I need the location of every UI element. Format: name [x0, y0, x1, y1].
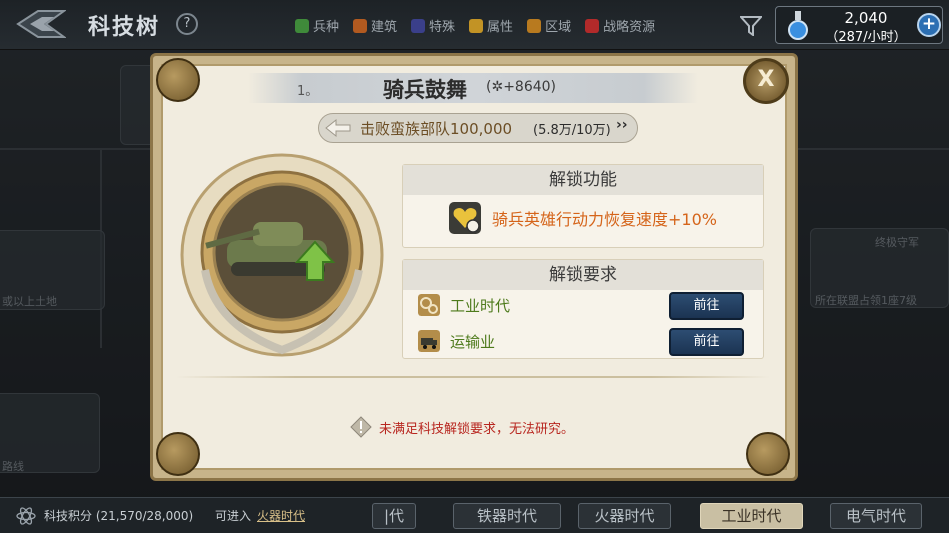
section-title: 解锁功能	[403, 165, 763, 195]
tech-points-reward: (✲+8640)	[486, 79, 557, 95]
gears-icon	[418, 294, 440, 316]
section-title: 解锁要求	[403, 260, 763, 290]
tech-points-text: 科技积分 (21,570/28,000)	[44, 509, 194, 523]
filter-label: 战略资源	[603, 20, 656, 35]
filter-attribute[interactable]: 属性	[469, 16, 513, 35]
era-tab-active[interactable]: 工业时代	[700, 503, 803, 529]
era-tab[interactable]: |代	[372, 503, 416, 529]
requirement-label: 运输业	[450, 332, 496, 351]
strategic-resource-filter-icon	[585, 18, 600, 33]
goal-more-icon[interactable]: ››	[616, 117, 628, 133]
building-filter-icon	[353, 18, 368, 33]
filter-label: 建筑	[371, 20, 398, 35]
unlock-function-row: 骑兵英雄行动力恢复速度+10%	[448, 201, 717, 235]
requirement-row: 运输业	[418, 330, 495, 352]
flask-icon	[788, 11, 808, 40]
divider	[176, 376, 770, 378]
filter-label: 兵种	[313, 20, 340, 35]
filter-special[interactable]: 特殊	[411, 16, 455, 35]
warning-text: 未满足科技解锁要求，无法研究。	[379, 422, 575, 437]
filter-building[interactable]: 建筑	[353, 16, 397, 35]
brush-corner-icon	[156, 58, 200, 102]
filter-strategic-resource[interactable]: 战略资源	[585, 16, 655, 35]
science-amount: 2,040	[844, 9, 888, 27]
filter-label: 属性	[487, 20, 514, 35]
science-resource-panel: 2,040 （287/小时） +	[775, 6, 943, 45]
bottom-bar: 科技积分 (21,570/28,000) 可进入 火器时代 |代 铁器时代 火器…	[0, 497, 949, 533]
close-button[interactable]: X	[743, 58, 789, 104]
filter-label: 区域	[545, 20, 572, 35]
atom-icon	[16, 507, 36, 525]
era-tab[interactable]: 电气时代	[830, 503, 922, 529]
back-arrow-icon	[16, 10, 68, 38]
tech-level: 1。	[297, 84, 319, 99]
top-bar: 科技树 ? 兵种 建筑 特殊 属性 区域 战略资源 2,040 （287/小时）…	[0, 0, 949, 50]
attribute-filter-icon	[469, 18, 484, 33]
science-rate: （287/小时）	[825, 30, 907, 45]
next-era-link[interactable]: 火器时代	[257, 507, 305, 524]
tech-name: 骑兵鼓舞	[383, 78, 467, 102]
special-filter-icon	[411, 18, 426, 33]
help-icon[interactable]: ?	[176, 13, 198, 35]
era-tab[interactable]: 铁器时代	[453, 503, 561, 529]
filter-region[interactable]: 区域	[527, 16, 571, 35]
hammer-corner-icon	[156, 432, 200, 476]
era-tab[interactable]: 火器时代	[578, 503, 671, 529]
back-button[interactable]	[16, 9, 68, 39]
goal-progress: (5.8万/10万)	[533, 123, 611, 138]
go-button[interactable]: 前往	[669, 328, 744, 356]
filter-bar: 兵种 建筑 特殊 属性 区域 战略资源	[295, 16, 655, 35]
goal-text: 击败蛮族部队100,000	[360, 120, 513, 138]
add-resource-button[interactable]: +	[917, 13, 941, 37]
requirement-row: 工业时代	[418, 294, 510, 316]
go-button[interactable]: 前往	[669, 292, 744, 320]
enter-hint-text: 可进入	[215, 509, 252, 523]
return-arrow-icon	[325, 118, 351, 138]
heart-clock-icon	[449, 202, 481, 234]
unit-filter-icon	[295, 18, 309, 33]
requirement-label: 工业时代	[450, 296, 511, 315]
page-title: 科技树	[88, 15, 161, 40]
truck-icon	[418, 330, 440, 352]
region-filter-icon	[527, 18, 542, 33]
filter-unit[interactable]: 兵种	[295, 16, 339, 35]
filter-label: 特殊	[429, 20, 456, 35]
funnel-icon[interactable]	[740, 16, 762, 36]
tank-medal-icon	[180, 153, 384, 357]
unlock-function-text: 骑兵英雄行动力恢复速度+10%	[492, 210, 717, 229]
warning-icon	[350, 416, 372, 438]
atom-corner-icon	[746, 432, 790, 476]
